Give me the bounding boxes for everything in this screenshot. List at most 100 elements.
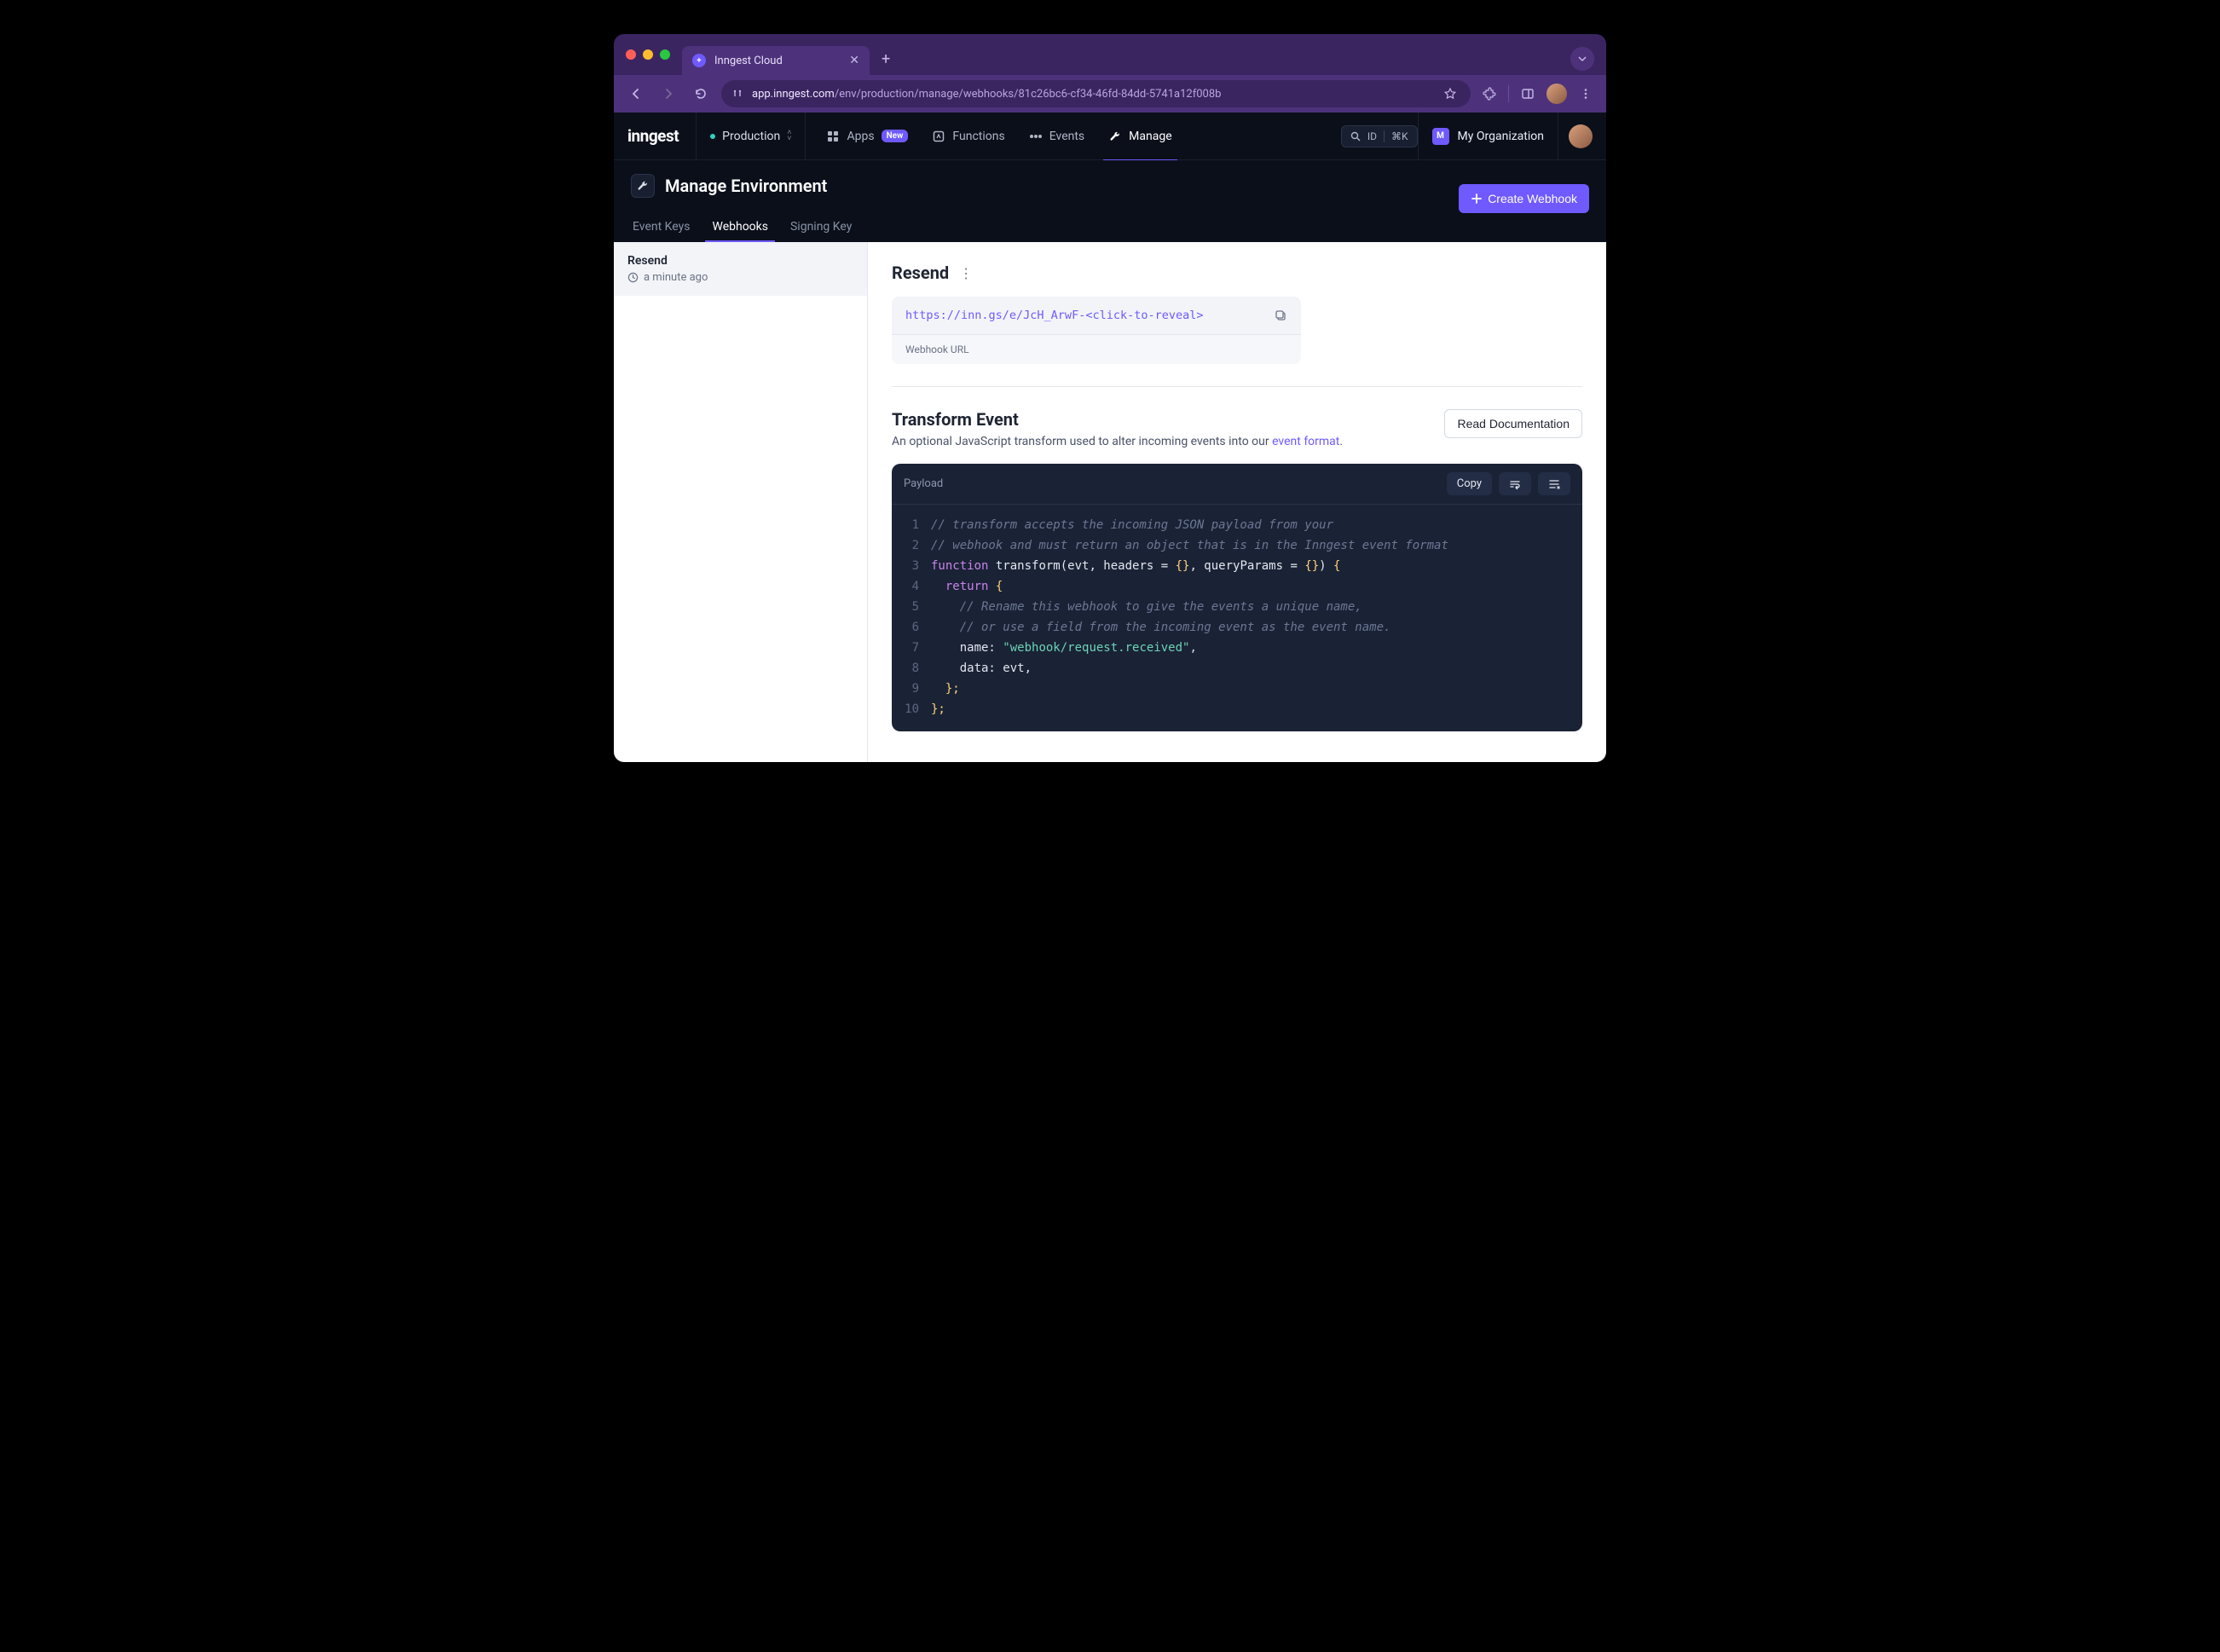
section-divider [892,386,1582,387]
panel-icon [1521,87,1535,101]
code-line: 1// transform accepts the incoming JSON … [892,515,1582,535]
code-header-label: Payload [904,477,943,490]
back-button[interactable] [624,82,648,106]
environment-selector[interactable]: Production ˄˅ [696,113,806,160]
webhook-list-sidebar: Resend a minute ago [614,242,868,762]
nav-events[interactable]: Events [1017,113,1096,160]
environment-name: Production [722,130,780,143]
app-header: inngest Production ˄˅ Apps New Functions… [614,113,1606,160]
tab-event-keys[interactable]: Event Keys [631,211,691,242]
kebab-icon [1580,88,1592,100]
close-window-button[interactable] [626,49,636,60]
page-header: Manage Environment Create Webhook Event … [614,160,1606,242]
tab-title: Inngest Cloud [714,55,783,67]
browser-addressbar: app.inngest.com/env/production/manage/we… [614,75,1606,113]
code-line: 2// webhook and must return an object th… [892,535,1582,556]
create-webhook-label: Create Webhook [1488,192,1577,205]
page-body: Resend a minute ago Resend ⋮ https://inn… [614,242,1606,762]
copy-icon [1275,309,1287,322]
format-code-button[interactable] [1538,472,1570,495]
maximize-window-button[interactable] [660,49,670,60]
clock-icon [627,272,639,283]
webhook-url-label: Webhook URL [892,334,1301,364]
sidepanel-button[interactable] [1518,84,1538,104]
code-line: 10}; [892,699,1582,719]
chevron-down-icon [1577,54,1587,64]
transform-header-row: Transform Event An optional JavaScript t… [892,409,1582,448]
events-icon [1029,130,1043,143]
url-host: app.inngest.com [752,88,835,101]
user-avatar[interactable] [1569,124,1593,148]
event-format-link[interactable]: event format [1272,435,1339,448]
transform-desc-suffix: . [1339,435,1343,448]
format-icon [1548,478,1560,490]
wrap-icon [1509,478,1521,490]
nav-apps[interactable]: Apps New [814,113,920,160]
code-editor[interactable]: 1// transform accepts the incoming JSON … [892,505,1582,731]
extensions-button[interactable] [1479,84,1500,104]
reload-button[interactable] [689,82,713,106]
create-webhook-button[interactable]: Create Webhook [1459,184,1589,213]
favicon-icon: ✦ [692,54,706,67]
browser-tabbar: ✦ Inngest Cloud ✕ + [614,34,1606,75]
webhook-item-name: Resend [627,254,853,268]
url-path: /env/production/manage/webhooks/81c26bc6… [835,88,1222,101]
chevron-updown-icon: ˄˅ [787,130,791,142]
main-nav: Apps New Functions Events Manage [814,113,1183,160]
org-name: My Organization [1458,130,1544,143]
tab-signing-key[interactable]: Signing Key [789,211,853,242]
webhook-item-time-text: a minute ago [644,271,708,284]
webhook-detail: Resend ⋮ https://inn.gs/e/JcH_ArwF-<clic… [868,242,1606,762]
detail-header: Resend ⋮ [892,263,1582,283]
browser-profile-avatar[interactable] [1546,84,1567,104]
browser-menu-button[interactable] [1575,84,1596,104]
browser-window: ✦ Inngest Cloud ✕ + app.inngest.com/env/… [614,34,1606,762]
nav-manage[interactable]: Manage [1096,113,1183,160]
logo[interactable]: inngest [627,126,696,146]
page-title: Manage Environment [665,176,827,196]
toolbar-separator [1508,85,1509,102]
reload-icon [694,87,708,101]
minimize-window-button[interactable] [643,49,653,60]
code-panel: Payload Copy 1// transform accepts the i… [892,464,1582,731]
cmdk-left-label: ID [1367,130,1377,142]
copy-code-button[interactable]: Copy [1447,472,1492,495]
plus-icon [1471,193,1483,205]
code-line: 6 // or use a field from the incoming ev… [892,617,1582,638]
webhook-list-item[interactable]: Resend a minute ago [614,242,867,296]
page-tabs: Event Keys Webhooks Signing Key [631,211,1589,242]
command-palette-button[interactable]: ID ⌘K [1341,125,1418,147]
bookmark-button[interactable] [1440,84,1460,104]
wrench-icon [1108,130,1122,143]
url-input[interactable]: app.inngest.com/env/production/manage/we… [721,80,1471,107]
star-icon [1443,87,1457,101]
site-settings-icon[interactable] [731,88,743,100]
tabbar-overflow-button[interactable] [1570,47,1594,71]
transform-description: An optional JavaScript transform used to… [892,435,1343,448]
nav-functions-label: Functions [952,130,1004,143]
puzzle-icon [1483,87,1496,101]
wrap-lines-button[interactable] [1499,472,1531,495]
forward-button[interactable] [656,82,680,106]
webhook-url-row: https://inn.gs/e/JcH_ArwF-<click-to-reve… [892,297,1301,334]
arrow-right-icon [662,87,675,101]
arrow-left-icon [629,87,643,101]
cmdk-right-label: ⌘K [1391,130,1408,142]
org-badge: M [1432,128,1449,145]
code-line: 5 // Rename this webhook to give the eve… [892,597,1582,617]
code-actions: Copy [1447,472,1570,495]
detail-menu-button[interactable]: ⋮ [959,265,973,281]
read-documentation-button[interactable]: Read Documentation [1444,409,1582,438]
browser-tab[interactable]: ✦ Inngest Cloud ✕ [682,46,870,75]
functions-icon [932,130,945,143]
close-tab-icon[interactable]: ✕ [849,54,859,67]
tab-webhooks[interactable]: Webhooks [710,211,770,242]
nav-functions[interactable]: Functions [920,113,1016,160]
webhook-url[interactable]: https://inn.gs/e/JcH_ArwF-<click-to-reve… [905,309,1204,322]
page-title-row: Manage Environment [631,174,1589,198]
organization-selector[interactable]: M My Organization [1418,113,1558,160]
copy-url-button[interactable] [1275,309,1287,322]
webhook-url-card: https://inn.gs/e/JcH_ArwF-<click-to-reve… [892,297,1301,364]
nav-manage-label: Manage [1129,130,1171,143]
new-tab-button[interactable]: + [882,50,890,68]
